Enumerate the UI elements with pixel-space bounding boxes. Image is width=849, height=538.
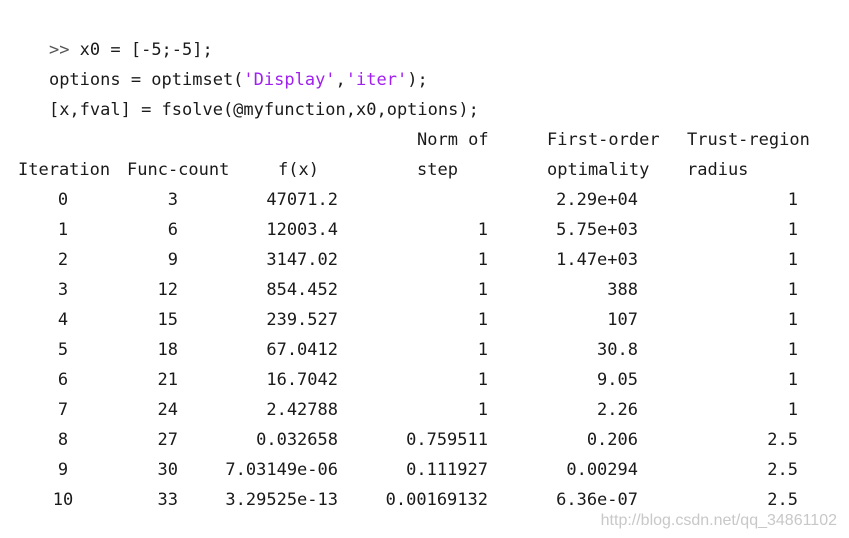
cell-optimality: 2.26: [597, 400, 638, 420]
cell-func-count: 18: [157, 340, 178, 360]
cell-radius: 1: [787, 220, 798, 240]
cell-iteration: 0: [57, 190, 69, 210]
cell-iteration: 10: [52, 490, 74, 510]
cell-fx: 67.0412: [266, 340, 338, 360]
command-line-options: options = optimset('Display','iter');: [8, 35, 428, 90]
cell-iteration: 8: [57, 430, 69, 450]
cell-optimality: 107: [607, 310, 638, 330]
header-radius: radius: [687, 160, 749, 180]
cell-iteration: 5: [57, 340, 69, 360]
cell-iteration: 4: [57, 310, 69, 330]
cell-step: 0.111927: [406, 460, 488, 480]
header-norm-of: Norm of: [417, 130, 489, 150]
cell-func-count: 30: [157, 460, 178, 480]
command-line-fsolve: [x,fval] = fsolve(@myfunction,x0,options…: [8, 65, 479, 120]
cell-fx: 0.032658: [256, 430, 338, 450]
cell-optimality: 0.206: [586, 430, 638, 450]
cell-step: 1: [477, 220, 488, 240]
cell-step: 1: [477, 370, 488, 390]
cell-radius: 2.5: [767, 460, 798, 480]
cell-optimality: 30.8: [597, 340, 638, 360]
cell-func-count: 15: [157, 310, 178, 330]
cell-iteration: 7: [57, 400, 69, 420]
cell-step: 1: [477, 400, 488, 420]
cell-step: 1: [477, 310, 488, 330]
cell-optimality: 0.00294: [566, 460, 638, 480]
header-fx: f(x): [278, 160, 319, 180]
header-func-count: Func-count: [127, 160, 230, 180]
command-text: [x,fval] = fsolve(@myfunction,x0,options…: [48, 100, 479, 120]
cell-fx: 854.452: [266, 280, 338, 300]
cell-fx: 239.527: [266, 310, 338, 330]
cell-step: 0.759511: [406, 430, 488, 450]
watermark-text: http://blog.csdn.net/qq_34861102: [600, 512, 837, 529]
cell-optimality: 1.47e+03: [556, 250, 638, 270]
cell-fx: 12003.4: [266, 220, 338, 240]
cell-func-count: 33: [157, 490, 178, 510]
cell-radius: 2.5: [767, 490, 798, 510]
cell-radius: 1: [787, 250, 798, 270]
cell-radius: 1: [787, 400, 798, 420]
cell-func-count: 3: [167, 190, 178, 210]
header-trust-region: Trust-region: [687, 130, 810, 150]
cell-func-count: 6: [167, 220, 178, 240]
cell-optimality: 388: [607, 280, 638, 300]
cell-radius: 1: [787, 280, 798, 300]
header-step: step: [417, 160, 458, 180]
cell-step: 1: [477, 340, 488, 360]
cell-fx: 16.7042: [266, 370, 338, 390]
cell-optimality: 5.75e+03: [556, 220, 638, 240]
cell-optimality: 9.05: [597, 370, 638, 390]
header-first-order: First-order: [547, 130, 660, 150]
header-optimality: optimality: [547, 160, 650, 180]
cell-iteration: 1: [57, 220, 69, 240]
cell-iteration: 3: [57, 280, 69, 300]
cell-iteration: 6: [57, 370, 69, 390]
cell-fx: 2.42788: [266, 400, 338, 420]
cell-radius: 2.5: [767, 430, 798, 450]
cell-radius: 1: [787, 310, 798, 330]
cell-iteration: 2: [57, 250, 69, 270]
cell-func-count: 24: [157, 400, 178, 420]
cell-fx: 3147.02: [266, 250, 338, 270]
cell-func-count: 21: [157, 370, 178, 390]
cell-step: 0.00169132: [385, 490, 488, 510]
matlab-command-window[interactable]: >> x0 = [-5;-5]; options = optimset('Dis…: [0, 0, 849, 538]
cell-fx: 7.03149e-06: [225, 460, 338, 480]
cell-step: [370, 185, 488, 215]
cell-fx: 3.29525e-13: [225, 490, 338, 510]
command-line-x0: >> x0 = [-5;-5];: [8, 5, 213, 60]
cell-optimality: 2.29e+04: [556, 190, 638, 210]
header-iteration: Iteration: [18, 160, 111, 180]
cell-func-count: 9: [167, 250, 178, 270]
cell-iteration: 9: [57, 460, 69, 480]
cell-radius: 1: [787, 370, 798, 390]
cell-func-count: 12: [157, 280, 178, 300]
cell-optimality: 6.36e-07: [556, 490, 638, 510]
cell-step: 1: [477, 250, 488, 270]
cell-radius: 1: [787, 190, 798, 210]
cell-step: 1: [477, 280, 488, 300]
cell-fx: 47071.2: [266, 190, 338, 210]
cell-func-count: 27: [157, 430, 178, 450]
cell-radius: 1: [787, 340, 798, 360]
